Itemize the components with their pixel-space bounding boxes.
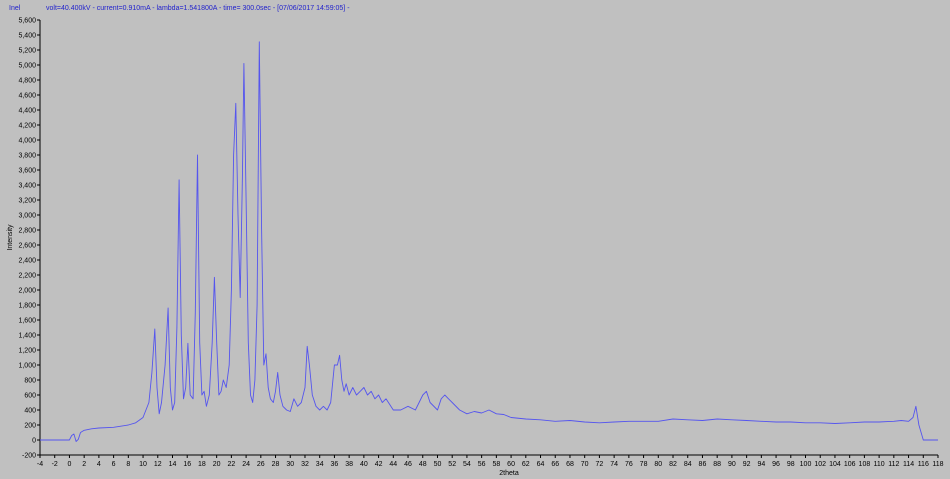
y-tick-label: 3,200: [18, 198, 36, 205]
x-tick-label: 52: [448, 461, 456, 468]
x-tick-label: 114: [903, 461, 914, 468]
y-tick-label: 600: [24, 393, 36, 400]
x-axis-ticks: -4 -2 0 2 4 6 8 10 12 14 16 18 20 22 24 26 28 30 32 34 36 38 4…: [37, 455, 944, 468]
x-tick-label: -2: [52, 461, 58, 468]
x-tick-label: 38: [345, 461, 353, 468]
series-line: [40, 41, 938, 442]
x-tick-label: 64: [537, 461, 545, 468]
y-tick-label: 1,400: [18, 333, 36, 340]
x-tick-label: 80: [654, 461, 662, 468]
y-tick-label: 3,600: [18, 168, 36, 175]
y-tick-label: 5,200: [18, 48, 36, 55]
y-tick-label: 0: [32, 438, 36, 445]
x-tick-label: 12: [154, 461, 162, 468]
x-tick-label: 88: [713, 461, 721, 468]
x-tick-label: 2: [82, 461, 86, 468]
x-tick-label: 70: [581, 461, 589, 468]
x-tick-label: 62: [522, 461, 530, 468]
x-tick-label: 84: [684, 461, 692, 468]
x-tick-label: 90: [728, 461, 736, 468]
y-tick-label: 4,600: [18, 93, 36, 100]
x-tick-label: 34: [316, 461, 324, 468]
x-tick-label: 82: [669, 461, 677, 468]
y-tick-label: 1,600: [18, 318, 36, 325]
x-tick-label: 20: [213, 461, 221, 468]
x-tick-label: 108: [859, 461, 871, 468]
y-tick-label: 2,800: [18, 228, 36, 235]
y-tick-label: -200: [22, 453, 36, 460]
x-tick-label: 48: [419, 461, 427, 468]
x-tick-label: 72: [596, 461, 604, 468]
x-tick-label: 0: [67, 461, 71, 468]
x-tick-label: 46: [404, 461, 412, 468]
x-tick-label: 118: [932, 461, 943, 468]
x-tick-label: 44: [389, 461, 397, 468]
x-tick-label: 10: [139, 461, 147, 468]
x-tick-label: 36: [331, 461, 339, 468]
y-tick-label: 4,000: [18, 138, 36, 145]
y-tick-label: 4,200: [18, 123, 36, 130]
y-tick-label: 1,200: [18, 348, 36, 355]
y-tick-label: 2,600: [18, 243, 36, 250]
y-tick-label: 3,400: [18, 183, 36, 190]
y-tick-label: 4,400: [18, 108, 36, 115]
x-tick-label: 26: [257, 461, 265, 468]
x-tick-label: 50: [434, 461, 442, 468]
x-tick-label: 76: [625, 461, 633, 468]
y-tick-label: 200: [24, 423, 36, 430]
x-tick-label: 16: [183, 461, 191, 468]
x-tick-label: 58: [492, 461, 500, 468]
diffraction-chart: -20002004006008001,0001,2001,4001,6001,8…: [7, 18, 944, 478]
y-tick-label: 3,000: [18, 213, 36, 220]
x-tick-label: 98: [787, 461, 795, 468]
x-tick-label: 94: [757, 461, 765, 468]
x-tick-label: 18: [198, 461, 206, 468]
x-tick-label: 100: [800, 461, 812, 468]
x-tick-label: 42: [375, 461, 383, 468]
y-tick-label: 2,000: [18, 288, 36, 295]
x-tick-label: -4: [37, 461, 43, 468]
y-tick-label: 400: [24, 408, 36, 415]
y-tick-label: 5,600: [18, 18, 36, 25]
y-axis-label: Intensity: [7, 224, 14, 251]
x-tick-label: 8: [126, 461, 130, 468]
x-tick-label: 30: [286, 461, 294, 468]
x-tick-label: 60: [507, 461, 515, 468]
y-axis-ticks: -200 0 200 400 600 800 1,000 1,200 1,400 1,600 1,8…: [18, 18, 40, 460]
x-tick-label: 116: [918, 461, 929, 468]
chart-series: [40, 41, 938, 442]
x-tick-label: 66: [551, 461, 559, 468]
x-tick-label: 102: [814, 461, 826, 468]
x-tick-label: 96: [772, 461, 780, 468]
x-tick-label: 78: [640, 461, 648, 468]
x-tick-label: 28: [272, 461, 280, 468]
x-tick-label: 92: [743, 461, 751, 468]
y-tick-label: 3,800: [18, 153, 36, 160]
y-tick-label: 2,200: [18, 273, 36, 280]
y-tick-label: 2,400: [18, 258, 36, 265]
x-tick-label: 56: [478, 461, 486, 468]
x-tick-label: 74: [610, 461, 618, 468]
x-tick-label: 4: [97, 461, 101, 468]
x-tick-label: 106: [844, 461, 856, 468]
y-tick-label: 5,400: [18, 33, 36, 40]
x-tick-label: 40: [360, 461, 368, 468]
x-axis-label: 2theta: [499, 470, 519, 477]
y-tick-label: 800: [24, 378, 36, 385]
x-tick-label: 24: [242, 461, 250, 468]
y-tick-label: 1,800: [18, 303, 36, 310]
x-tick-label: 54: [463, 461, 471, 468]
y-tick-label: 5,000: [18, 63, 36, 70]
x-tick-label: 22: [227, 461, 235, 468]
x-tick-label: 110: [874, 461, 885, 468]
x-tick-label: 112: [888, 461, 899, 468]
x-tick-label: 14: [169, 461, 177, 468]
x-tick-label: 32: [301, 461, 309, 468]
y-tick-label: 1,000: [18, 363, 36, 370]
x-tick-label: 68: [566, 461, 574, 468]
x-tick-label: 6: [112, 461, 116, 468]
y-tick-label: 4,800: [18, 78, 36, 85]
x-tick-label: 104: [829, 461, 841, 468]
x-tick-label: 86: [699, 461, 707, 468]
